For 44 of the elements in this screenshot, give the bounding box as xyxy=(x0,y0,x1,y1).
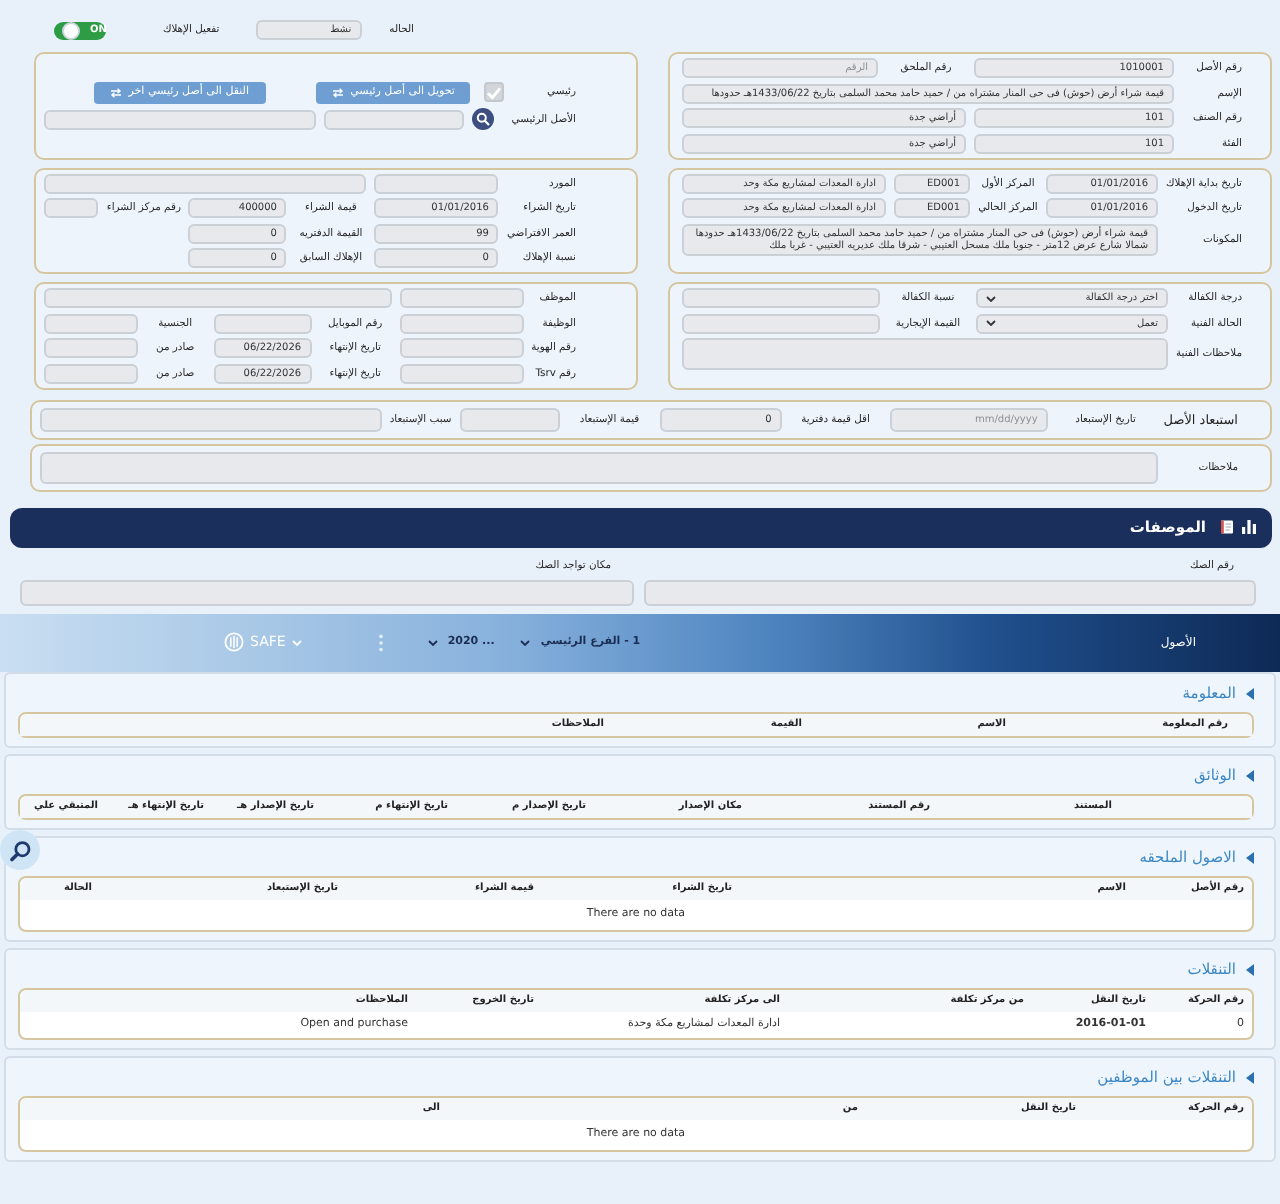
caret-icon[interactable] xyxy=(1246,963,1254,975)
caret-icon[interactable] xyxy=(1246,687,1254,699)
text-field[interactable] xyxy=(213,313,312,333)
text-area[interactable] xyxy=(682,338,1168,370)
text-field[interactable] xyxy=(40,407,382,431)
text-field[interactable] xyxy=(459,407,560,431)
chevron-icon xyxy=(291,639,302,645)
search-icon xyxy=(475,112,490,126)
bar-chart-icon xyxy=(1242,520,1256,534)
text-field[interactable] xyxy=(44,338,138,358)
kebab-menu-icon[interactable] xyxy=(377,633,384,651)
caret-icon[interactable] xyxy=(1246,1071,1254,1083)
exchange-icon xyxy=(332,87,345,97)
text-field[interactable] xyxy=(44,363,138,383)
text-field[interactable] xyxy=(399,363,524,383)
text-field[interactable] xyxy=(323,109,464,129)
search-button[interactable] xyxy=(471,108,494,130)
text-field[interactable] xyxy=(399,313,524,333)
text-field[interactable] xyxy=(44,109,316,129)
exchange-icon xyxy=(110,87,123,97)
text-field[interactable] xyxy=(44,198,99,218)
text-field[interactable] xyxy=(399,288,524,308)
document-icon xyxy=(1220,520,1234,534)
search-icon xyxy=(9,839,31,861)
chevron-icon xyxy=(985,295,996,301)
checkmark-icon xyxy=(485,85,502,99)
caret-icon[interactable] xyxy=(1246,851,1254,863)
text-field[interactable] xyxy=(44,288,392,308)
text-field[interactable] xyxy=(643,579,1256,605)
switch-knob-icon xyxy=(62,21,81,39)
chevron-icon xyxy=(520,639,531,645)
caret-icon[interactable] xyxy=(1246,769,1254,781)
text-field[interactable] xyxy=(682,313,880,333)
text-field[interactable] xyxy=(682,288,880,308)
text-field[interactable] xyxy=(20,579,633,605)
chevron-icon xyxy=(985,320,996,326)
text-field[interactable] xyxy=(44,313,138,333)
text-field[interactable] xyxy=(399,338,524,358)
chevron-icon xyxy=(427,639,438,645)
floating-search-button[interactable] xyxy=(0,830,40,870)
text-field[interactable] xyxy=(374,173,499,193)
text-area[interactable] xyxy=(40,451,1158,483)
text-field[interactable] xyxy=(44,173,367,193)
logo-icon xyxy=(224,632,244,652)
